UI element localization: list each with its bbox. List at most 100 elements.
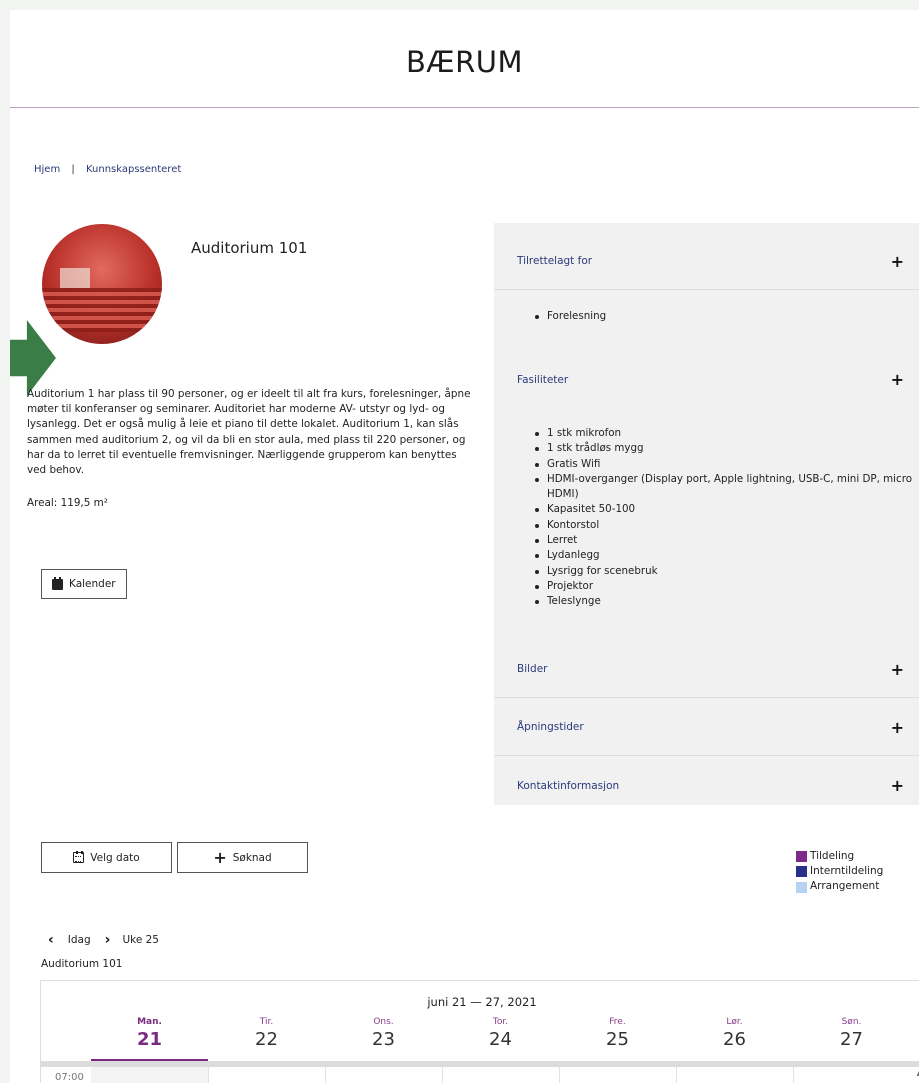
list-item: 1 stk trådløs mygg: [534, 441, 914, 456]
accordion-label: Bilder: [517, 663, 548, 675]
day-name: Tor.: [492, 1017, 509, 1027]
legend-label: Arrangement: [810, 880, 880, 893]
legend-item: Tildeling: [796, 849, 883, 864]
expand-plus-icon: +: [890, 370, 904, 389]
legend-label: Tildeling: [810, 850, 855, 862]
day-header-tuesday[interactable]: Tir. 22: [208, 1017, 325, 1061]
accordion-header-bilder[interactable]: Bilder +: [494, 641, 919, 698]
legend-swatch: [796, 851, 807, 863]
expand-plus-icon: +: [890, 717, 904, 737]
accordion-header-fasiliteter[interactable]: Fasiliteter +: [494, 351, 919, 408]
info-accordion: Tilrettelagt for + Forelesning Fasilitet…: [494, 223, 919, 805]
pick-date-label: Velg dato: [90, 851, 140, 864]
accordion-label: Fasiliteter: [517, 373, 569, 386]
breadcrumb-separator: |: [71, 164, 75, 175]
room-description: Auditorium 1 har plass til 90 personer, …: [27, 388, 471, 477]
column-divider: [442, 1067, 443, 1083]
expand-plus-icon: +: [890, 776, 904, 795]
calendar-date-range: juni 21 — 27, 2021: [427, 995, 537, 1009]
time-label: 07:00: [55, 1072, 84, 1083]
day-date: 21: [136, 1029, 163, 1050]
chevron-right-icon[interactable]: ›: [105, 932, 111, 948]
list-item: Teleslynge: [534, 594, 914, 609]
chevron-left-icon[interactable]: ‹: [48, 932, 54, 948]
calendar-room-label: Auditorium 101: [41, 958, 123, 970]
day-date: 26: [723, 1029, 746, 1050]
pick-date-button[interactable]: Velg dato: [41, 842, 172, 873]
week-label: Uke 25: [122, 934, 159, 946]
day-date: 27: [840, 1029, 863, 1050]
legend-label: Interntildeling: [810, 865, 884, 878]
accordion-label: Kontaktinformasjon: [517, 779, 620, 792]
apply-button[interactable]: + Søknad: [177, 842, 308, 873]
column-divider: [325, 1067, 326, 1083]
calendar-day-headers: Man. 21 Tir. 22 Ons. 23 Tor. 24 Fre. 25 …: [91, 1017, 910, 1061]
room-photo-window: [60, 268, 90, 288]
site-header: BÆRUM: [10, 10, 919, 108]
calendar-icon: [52, 576, 63, 590]
plus-icon: +: [213, 847, 227, 867]
day-name: Lør.: [726, 1017, 743, 1027]
accordion-label: Tilrettelagt for: [517, 255, 593, 267]
room-area: Areal: 119,5 m²: [27, 497, 108, 509]
accordion-header-tilrettelagt[interactable]: Tilrettelagt for +: [494, 233, 919, 290]
accordion-label: Åpningstider: [517, 721, 584, 733]
tilrettelagt-list: Forelesning: [534, 309, 606, 324]
site-brand[interactable]: BÆRUM: [10, 10, 919, 77]
list-item: Kapasitet 50-100: [534, 502, 914, 517]
column-divider: [676, 1067, 677, 1083]
day-header-monday[interactable]: Man. 21: [91, 1017, 208, 1061]
day-name: Man.: [137, 1017, 162, 1027]
calendar-outline-icon: [73, 851, 85, 863]
day-header-saturday[interactable]: Lør. 26: [676, 1017, 793, 1061]
list-item: Gratis Wifi: [534, 457, 914, 472]
legend-swatch: [796, 881, 807, 893]
column-divider: [793, 1067, 794, 1083]
today-button[interactable]: Idag: [68, 934, 91, 946]
list-item: Lydanlegg: [534, 548, 914, 563]
breadcrumb-home-link[interactable]: Hjem: [34, 164, 60, 175]
calendar-legend: Tildeling Interntildeling Arrangement: [796, 849, 883, 895]
week-calendar: juni 21 — 27, 2021 Man. 21 Tir. 22 Ons. …: [40, 980, 919, 1083]
column-divider: [559, 1067, 560, 1083]
day-date: 25: [606, 1029, 629, 1050]
list-item: Lysrigg for scenebruk: [534, 564, 914, 579]
page: BÆRUM Hjem | Kunnskapssenteret Auditoriu…: [10, 10, 919, 1083]
list-item: 1 stk mikrofon: [534, 426, 914, 441]
today-column: [91, 1067, 208, 1083]
day-header-wednesday[interactable]: Ons. 23: [325, 1017, 442, 1061]
legend-item: Arrangement: [796, 879, 883, 894]
room-title: Auditorium 101: [191, 239, 308, 257]
day-name: Fre.: [609, 1017, 626, 1027]
accordion-header-kontakt[interactable]: Kontaktinformasjon +: [494, 757, 919, 814]
day-header-friday[interactable]: Fre. 25: [559, 1017, 676, 1061]
list-item: Projektor: [534, 579, 914, 594]
breadcrumb: Hjem | Kunnskapssenteret: [34, 164, 181, 175]
list-item: Kontorstol: [534, 518, 914, 533]
day-date: 23: [372, 1029, 395, 1050]
room-photo: [42, 224, 162, 344]
list-item: Forelesning: [534, 309, 606, 324]
day-name: Søn.: [841, 1017, 862, 1027]
day-name: Tir.: [259, 1017, 274, 1027]
list-item: HDMI-overganger (Display port, Apple lig…: [534, 472, 914, 503]
expand-plus-icon: +: [890, 659, 904, 679]
column-divider: [208, 1067, 209, 1083]
expand-plus-icon: +: [890, 251, 904, 271]
day-date: 22: [255, 1029, 278, 1050]
week-navigation: ‹ Idag › Uke 25: [48, 932, 159, 948]
calendar-time-grid[interactable]: 07:00 ▲: [41, 1067, 919, 1083]
day-name: Ons.: [373, 1017, 394, 1027]
calendar-button[interactable]: Kalender: [41, 569, 127, 599]
calendar-button-label: Kalender: [69, 578, 116, 590]
day-header-thursday[interactable]: Tor. 24: [442, 1017, 559, 1061]
fasiliteter-list: 1 stk mikrofon 1 stk trådløs mygg Gratis…: [534, 426, 914, 610]
legend-item: Interntildeling: [796, 864, 883, 879]
accordion-header-apningstider[interactable]: Åpningstider +: [494, 699, 919, 756]
legend-swatch: [796, 866, 807, 878]
day-date: 24: [489, 1029, 512, 1050]
day-header-sunday[interactable]: Søn. 27: [793, 1017, 910, 1061]
room-photo-seats: [42, 288, 162, 332]
breadcrumb-current-link[interactable]: Kunnskapssenteret: [86, 164, 181, 175]
apply-label: Søknad: [232, 851, 272, 864]
